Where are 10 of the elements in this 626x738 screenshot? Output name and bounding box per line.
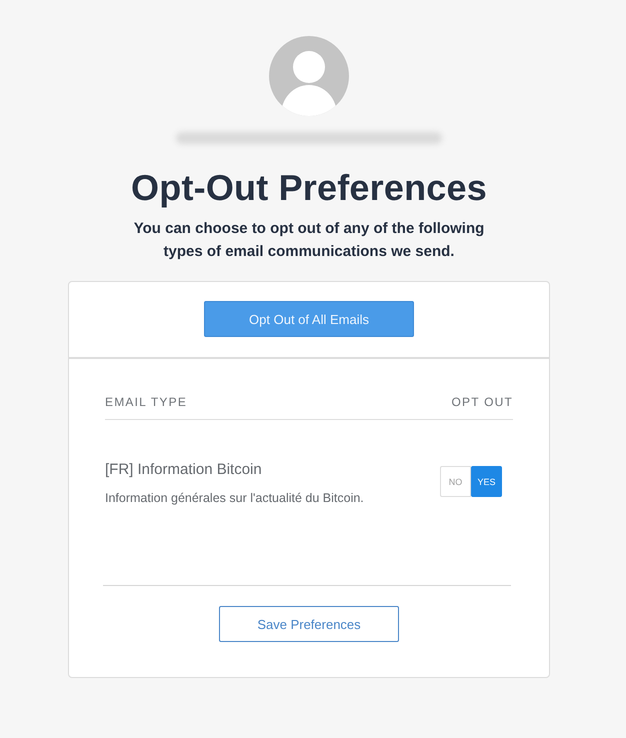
opt-out-all-button[interactable]: Opt Out of All Emails <box>204 301 414 337</box>
save-preferences-button[interactable]: Save Preferences <box>219 606 399 642</box>
page-subtitle: You can choose to opt out of any of the following types of email communications we send. <box>132 219 486 262</box>
toggle-option[interactable]: YES <box>471 466 502 497</box>
column-header: EMAIL TYPE <box>105 394 188 410</box>
column-header: OPT OUT <box>451 394 513 410</box>
email-type-title: [FR] Information Bitcoin <box>105 460 263 480</box>
email-type-description: Information générales sur l'actualité du Bitcoin. <box>105 490 364 507</box>
toggle-option[interactable]: NO <box>440 466 471 497</box>
page-title: Opt-Out Preferences <box>131 166 487 210</box>
